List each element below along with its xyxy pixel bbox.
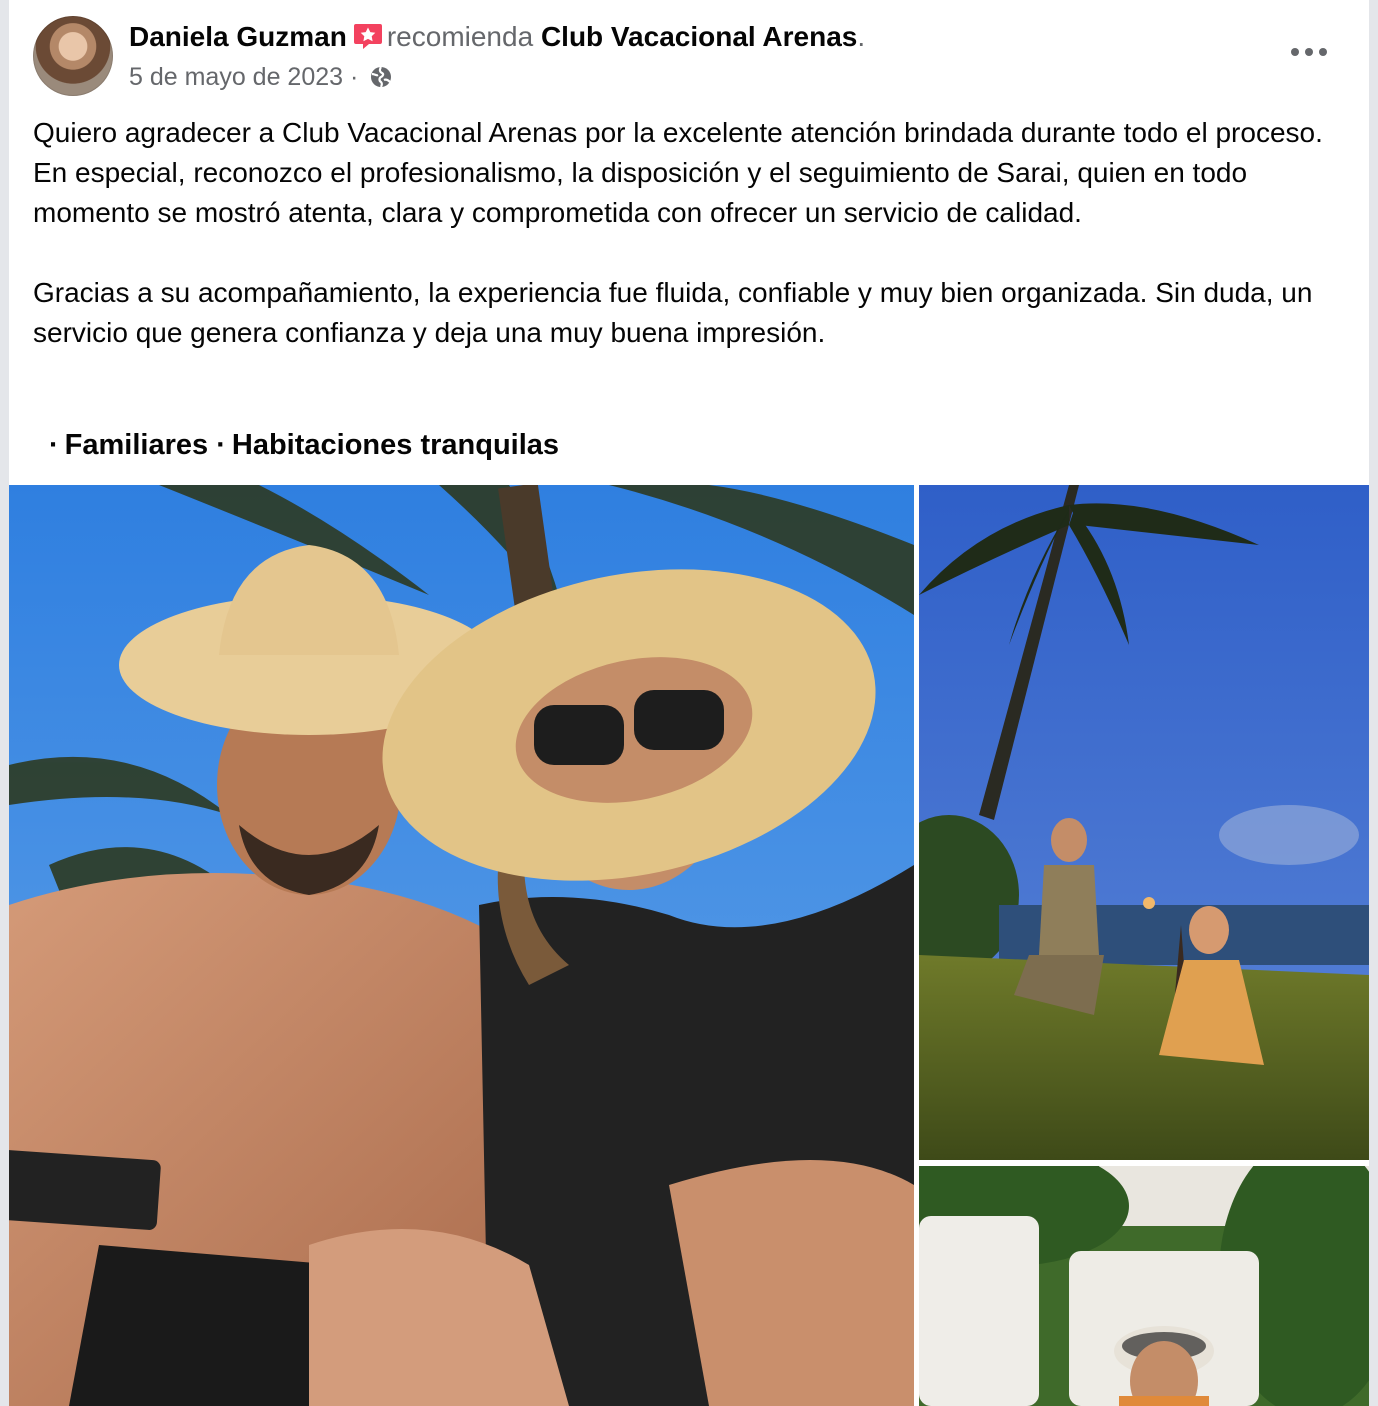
photo-grid: [9, 485, 1369, 1406]
post-title-line: Daniela Guzman recomienda Club Vacacional…: [129, 18, 865, 56]
post-body: Quiero agradecer a Club Vacacional Arena…: [33, 113, 1343, 353]
date-separator: ·: [350, 63, 359, 91]
page-name-suffix: .: [857, 21, 866, 52]
photo-lounge-chairs[interactable]: [919, 1166, 1369, 1406]
recommend-badge-icon: [353, 21, 383, 51]
recommend-verb: recomienda: [386, 21, 534, 52]
post-paragraph: Quiero agradecer a Club Vacacional Arena…: [33, 117, 1323, 228]
author-name[interactable]: Daniela Guzman: [129, 21, 347, 52]
tag-item: Familiares: [64, 429, 209, 461]
photo-girls-lawn[interactable]: [919, 485, 1369, 1160]
recommendation-tags: · Familiares · Habitaciones tranquilas: [49, 425, 559, 465]
tag-separator: ·: [216, 429, 226, 461]
post-card: Daniela Guzman recomienda Club Vacacional…: [9, 0, 1369, 1406]
more-options-icon[interactable]: [1289, 36, 1329, 66]
avatar[interactable]: [33, 16, 113, 96]
tag-separator: ·: [49, 429, 59, 461]
post-header: Daniela Guzman recomienda Club Vacacional…: [9, 0, 1369, 110]
post-paragraph: Gracias a su acompañamiento, la experien…: [33, 277, 1313, 348]
tag-item: Habitaciones tranquilas: [231, 429, 560, 461]
post-meta: 5 de mayo de 2023 ·: [129, 60, 393, 94]
photo-couple-selfie[interactable]: [9, 485, 914, 1406]
post-date[interactable]: 5 de mayo de 2023: [129, 63, 343, 91]
globe-icon[interactable]: [369, 64, 393, 88]
page-name-link[interactable]: Club Vacacional Arenas: [541, 21, 857, 52]
